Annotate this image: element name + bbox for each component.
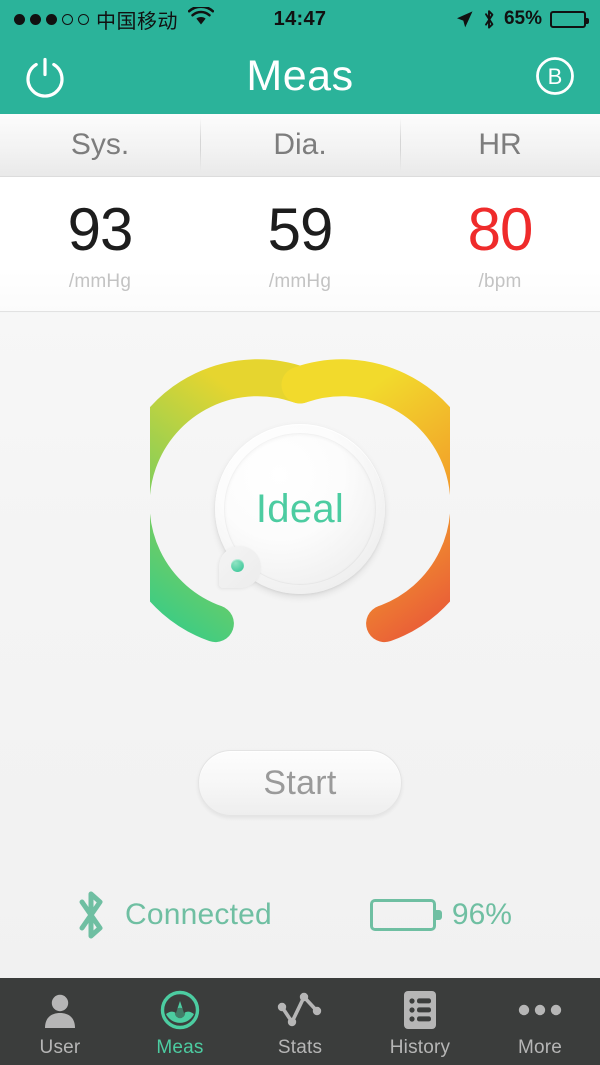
page-title: Meas xyxy=(246,51,354,100)
gauge-area: Ideal Start xyxy=(0,313,600,852)
tab-meas[interactable]: Meas xyxy=(120,978,240,1065)
reading-dia: 59 /mmHg xyxy=(200,177,400,311)
device-battery-status: 96% xyxy=(369,897,512,932)
bluetooth-icon xyxy=(73,888,109,942)
bluetooth-pair-button[interactable]: B xyxy=(532,53,578,99)
readings-header-hr: HR xyxy=(400,114,600,176)
tab-more-label: More xyxy=(517,1036,563,1058)
reading-dia-value: 59 xyxy=(267,195,334,263)
readings-header-dia: Dia. xyxy=(200,114,400,176)
readings-header-row: Sys. Dia. HR xyxy=(0,114,600,177)
status-bar-left: 中国移动 xyxy=(14,5,215,34)
power-button[interactable] xyxy=(22,53,68,99)
gauge-status-label: Ideal xyxy=(255,486,345,531)
gauge-pointer xyxy=(219,546,261,588)
battery-icon xyxy=(550,10,589,28)
tab-stats-label: Stats xyxy=(277,1036,323,1058)
reading-sys-value: 93 xyxy=(67,195,134,263)
signal-strength-indicator xyxy=(14,13,89,25)
power-icon xyxy=(26,57,64,98)
app-screen: 中国移动 14:47 65% Meas B Sys. Dia. HR 93 /m… xyxy=(0,0,600,1065)
gauge-pointer-dot xyxy=(231,559,244,572)
gauge-knob: Ideal xyxy=(215,424,385,594)
ellipsis-icon xyxy=(517,989,563,1031)
reading-dia-unit: /mmHg xyxy=(268,270,332,292)
signal-dot-empty xyxy=(62,13,73,25)
signal-dot-filled xyxy=(14,13,25,25)
circled-b-icon: B xyxy=(536,57,574,95)
bp-gauge: Ideal xyxy=(150,359,450,659)
bluetooth-icon xyxy=(482,9,496,30)
reading-hr-unit: /bpm xyxy=(478,270,522,292)
carrier-name: 中国移动 xyxy=(96,8,178,33)
bluetooth-status: Connected xyxy=(73,888,272,942)
battery-icon xyxy=(369,898,442,931)
battery-percent-label: 65% xyxy=(503,8,542,29)
signal-dot-filled xyxy=(30,13,41,25)
device-battery-label: 96% xyxy=(451,897,512,931)
reading-sys: 93 /mmHg xyxy=(0,177,200,311)
tab-history-label: History xyxy=(389,1036,451,1058)
user-icon xyxy=(40,989,80,1031)
wifi-icon xyxy=(187,5,215,31)
tab-user[interactable]: User xyxy=(0,978,120,1065)
gauge-icon xyxy=(159,989,201,1031)
device-connection-bar: Connected 96% xyxy=(0,851,600,978)
tab-stats[interactable]: Stats xyxy=(240,978,360,1065)
start-button-label: Start xyxy=(263,763,337,802)
signal-dot-filled xyxy=(46,13,57,25)
readings-values-row: 93 /mmHg 59 /mmHg 80 /bpm xyxy=(0,177,600,312)
readings-header-sys: Sys. xyxy=(70,128,130,161)
tab-meas-label: Meas xyxy=(156,1036,204,1058)
reading-sys-unit: /mmHg xyxy=(68,270,132,292)
start-button[interactable]: Start xyxy=(198,750,402,816)
tab-user-label: User xyxy=(39,1036,81,1058)
svg-text:B: B xyxy=(548,64,563,89)
bottom-tab-bar: User Meas Stats History More xyxy=(0,978,600,1065)
line-chart-icon xyxy=(277,989,323,1031)
list-document-icon xyxy=(402,989,438,1031)
bluetooth-status-label: Connected xyxy=(125,897,272,931)
tab-history[interactable]: History xyxy=(360,978,480,1065)
signal-dot-empty xyxy=(78,13,89,25)
tab-more[interactable]: More xyxy=(480,978,600,1065)
reading-hr: 80 /bpm xyxy=(400,177,600,311)
nav-bar: Meas B xyxy=(0,38,600,114)
status-bar-right: 65% xyxy=(455,8,589,30)
ios-status-bar: 中国移动 14:47 65% xyxy=(0,0,600,38)
location-arrow-icon xyxy=(455,10,474,29)
reading-hr-value: 80 xyxy=(467,195,534,263)
